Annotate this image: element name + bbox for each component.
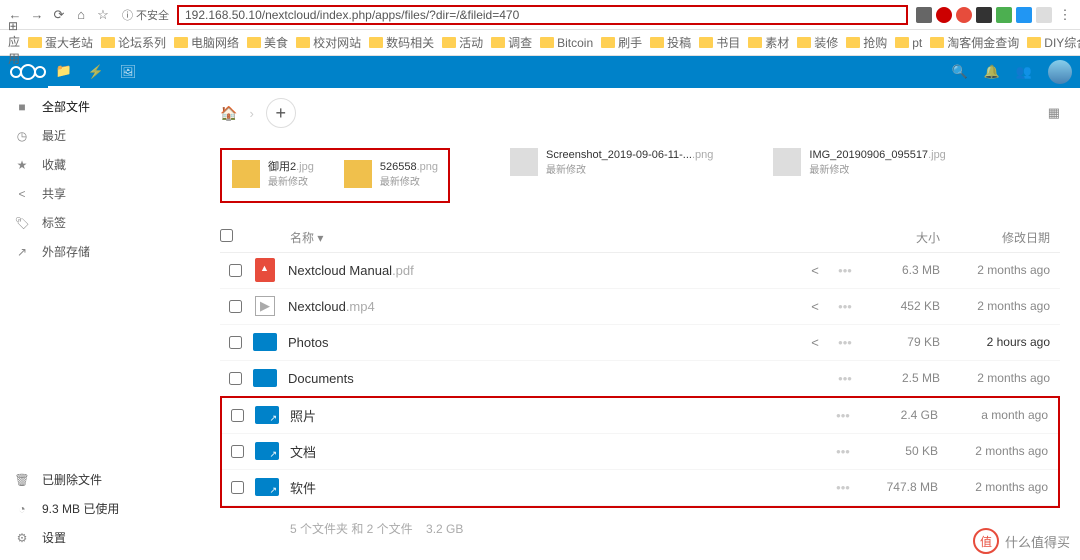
recent-file[interactable]: 御用2.jpg最新修改 xyxy=(232,160,314,191)
share-icon[interactable]: < xyxy=(800,335,830,350)
sidebar-item[interactable]: ↗外部存储 xyxy=(0,237,200,266)
more-icon[interactable]: ••• xyxy=(828,480,858,495)
user-avatar[interactable] xyxy=(1048,60,1072,84)
file-row[interactable]: Documents•••2.5 MB2 months ago xyxy=(220,361,1060,397)
sidebar-footer-item[interactable]: ◔9.3 MB 已使用 xyxy=(0,494,200,523)
bookmark-item[interactable]: 装修 xyxy=(797,34,838,51)
file-row[interactable]: Photos<•••79 KB2 hours ago xyxy=(220,325,1060,361)
file-row[interactable]: Nextcloud Manual.pdf<•••6.3 MB2 months a… xyxy=(220,253,1060,289)
share-icon[interactable]: < xyxy=(800,263,830,278)
more-icon[interactable]: ••• xyxy=(830,335,860,350)
file-row[interactable]: 文档•••50 KB2 months ago xyxy=(222,434,1058,470)
bookmark-item[interactable]: 投稿 xyxy=(650,34,691,51)
bookmark-item[interactable]: Bitcoin xyxy=(540,36,593,50)
bookmark-item[interactable]: 活动 xyxy=(442,34,483,51)
bookmark-item[interactable]: DIY综合讨论_太平... xyxy=(1027,34,1080,51)
row-checkbox[interactable] xyxy=(231,481,244,494)
bookmark-item[interactable]: 淘客佣金查询 xyxy=(930,34,1019,51)
recent-file[interactable]: Screenshot_2019-09-06-11-....png最新修改 xyxy=(510,148,713,203)
url-bar[interactable]: 192.168.50.10/nextcloud/index.php/apps/f… xyxy=(177,5,908,25)
bookmark-item[interactable]: 校对网站 xyxy=(296,34,361,51)
star-button[interactable]: ☆ xyxy=(94,6,112,24)
grid-toggle-icon[interactable]: ▦ xyxy=(1048,105,1060,121)
activity-app-icon[interactable]: ⚡ xyxy=(80,56,112,88)
row-checkbox[interactable] xyxy=(231,445,244,458)
bookmark-item[interactable]: 论坛系列 xyxy=(101,34,166,51)
reload-button[interactable]: ⟳ xyxy=(50,6,68,24)
add-button[interactable]: + xyxy=(266,98,296,128)
files-app-icon[interactable]: 📁 xyxy=(48,56,80,88)
bookmark-item[interactable]: 数码相关 xyxy=(369,34,434,51)
file-icon xyxy=(252,473,282,501)
more-icon[interactable]: ••• xyxy=(828,408,858,423)
forward-button[interactable]: → xyxy=(28,6,46,24)
watermark: 值什么值得买 xyxy=(973,528,1070,554)
apps-icon[interactable]: ⊞ 应用 xyxy=(8,19,20,67)
file-icon xyxy=(250,364,280,392)
extension-icons: ⋮ xyxy=(916,6,1074,24)
recent-file[interactable]: IMG_20190906_095517.jpg最新修改 xyxy=(773,148,945,203)
bookmark-item[interactable]: 书目 xyxy=(699,34,740,51)
gallery-app-icon[interactable]: 🖼 xyxy=(112,56,144,88)
share-icon[interactable]: < xyxy=(800,299,830,314)
file-row[interactable]: 软件•••747.8 MB2 months ago xyxy=(222,470,1058,506)
bookmark-item[interactable]: 刷手 xyxy=(601,34,642,51)
file-icon xyxy=(252,437,282,465)
sidebar-item[interactable]: ★收藏 xyxy=(0,150,200,179)
bookmark-item[interactable]: 调查 xyxy=(491,34,532,51)
bookmark-item[interactable]: 美食 xyxy=(247,34,288,51)
bookmark-item[interactable]: 电脑网络 xyxy=(174,34,239,51)
sidebar-item[interactable]: 🏷标签 xyxy=(0,208,200,237)
row-checkbox[interactable] xyxy=(229,336,242,349)
bookmark-item[interactable]: 抢购 xyxy=(846,34,887,51)
nextcloud-logo[interactable] xyxy=(8,62,48,82)
contacts-icon[interactable]: 👥 xyxy=(1008,56,1040,88)
summary: 5 个文件夹 和 2 个文件 3.2 GB xyxy=(220,508,1060,549)
recent-file[interactable]: 526558.png最新修改 xyxy=(344,160,438,191)
sidebar-item[interactable]: <共享 xyxy=(0,179,200,208)
row-checkbox[interactable] xyxy=(229,300,242,313)
sidebar-footer-item[interactable]: 🗑已删除文件 xyxy=(0,465,200,494)
file-row[interactable]: 照片•••2.4 GBa month ago xyxy=(222,398,1058,434)
sidebar-footer-item[interactable]: ⚙设置 xyxy=(0,523,200,552)
sidebar-item[interactable]: ◷最近 xyxy=(0,121,200,150)
bookmark-item[interactable]: pt xyxy=(895,36,922,50)
more-icon[interactable]: ••• xyxy=(830,371,860,386)
file-icon xyxy=(250,328,280,356)
row-checkbox[interactable] xyxy=(229,372,242,385)
file-icon xyxy=(252,401,282,429)
breadcrumb-home-icon[interactable]: 🏠 xyxy=(220,105,237,122)
more-icon[interactable]: ••• xyxy=(830,263,860,278)
more-icon[interactable]: ••• xyxy=(828,444,858,459)
more-icon[interactable]: ••• xyxy=(830,299,860,314)
file-row[interactable]: ▶Nextcloud.mp4<•••452 KB2 months ago xyxy=(220,289,1060,325)
bookmark-item[interactable]: 蛋大老站 xyxy=(28,34,93,51)
sidebar-item[interactable]: ■全部文件 xyxy=(0,92,200,121)
row-checkbox[interactable] xyxy=(231,409,244,422)
column-name[interactable]: 名称 ▾ xyxy=(250,229,800,246)
file-icon xyxy=(250,256,280,284)
row-checkbox[interactable] xyxy=(229,264,242,277)
search-icon[interactable]: 🔍 xyxy=(944,56,976,88)
bookmark-item[interactable]: 素材 xyxy=(748,34,789,51)
column-date[interactable]: 修改日期 xyxy=(940,229,1060,246)
security-indicator: ⓘ 不安全 xyxy=(122,7,169,23)
notifications-icon[interactable]: 🔔 xyxy=(976,56,1008,88)
file-icon: ▶ xyxy=(250,292,280,320)
select-all-checkbox[interactable] xyxy=(220,229,233,242)
column-size[interactable]: 大小 xyxy=(860,229,940,246)
home-button[interactable]: ⌂ xyxy=(72,6,90,24)
